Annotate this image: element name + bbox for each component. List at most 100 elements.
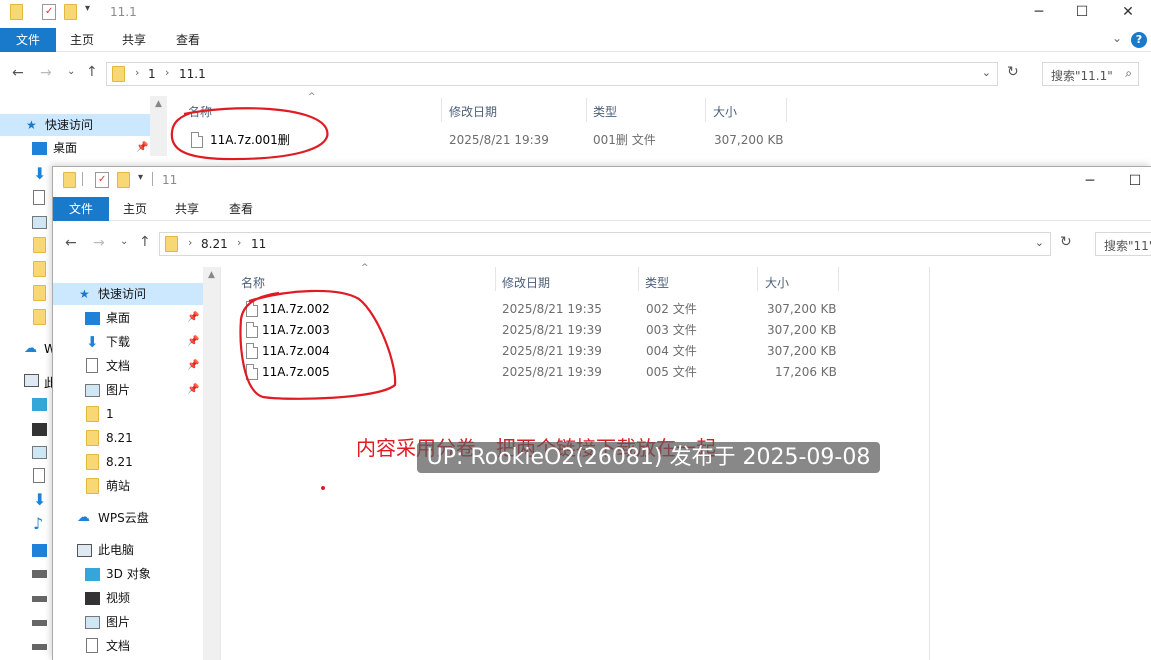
tab-file[interactable]: 文件 <box>0 28 56 52</box>
nav-label: 萌站 <box>106 479 131 493</box>
customize-toolbar-icon[interactable]: ▾ <box>85 3 90 14</box>
nav-desktop[interactable]: 桌面 📌 <box>53 307 203 329</box>
folder-icon <box>33 261 46 277</box>
refresh-icon[interactable]: ↻ <box>1060 234 1072 250</box>
search-input[interactable]: 搜索"11" <box>1095 232 1151 256</box>
scroll-up-icon[interactable]: ▲ <box>203 267 220 284</box>
nav-label: 8.21 <box>106 455 133 469</box>
close-button[interactable]: ✕ <box>1105 0 1151 26</box>
nav-desktop[interactable]: 桌面 📌 <box>0 137 150 159</box>
document-icon <box>86 358 98 373</box>
nav-documents[interactable]: 文档 📌 <box>53 355 203 377</box>
recent-chevron-icon[interactable]: ⌄ <box>67 66 75 77</box>
nav-label: 8.21 <box>106 431 133 445</box>
expand-ribbon-icon[interactable]: ⌄ <box>1112 31 1122 45</box>
maximize-button[interactable]: ☐ <box>1112 169 1151 195</box>
column-type[interactable]: 类型 <box>593 103 617 120</box>
up-arrow-icon[interactable]: ↑ <box>139 234 151 250</box>
drive-icon <box>32 644 47 650</box>
nav-folder-8-21[interactable]: 8.21 <box>53 451 203 473</box>
nav-pictures[interactable]: 图片 📌 <box>53 379 203 401</box>
column-size[interactable]: 大小 <box>765 274 789 291</box>
customize-toolbar-icon[interactable]: ▾ <box>138 172 143 183</box>
nav-quick-access[interactable]: ★ 快速访问 <box>0 114 150 136</box>
nav-this-pc[interactable]: 此电脑 <box>53 539 203 561</box>
breadcrumb-item[interactable]: 11 <box>251 237 266 251</box>
back-arrow-icon[interactable]: ← <box>65 235 77 251</box>
column-date[interactable]: 修改日期 <box>502 274 550 291</box>
column-type[interactable]: 类型 <box>645 274 669 291</box>
document-icon <box>33 468 45 483</box>
tab-share[interactable]: 共享 <box>110 28 158 52</box>
new-folder-icon[interactable] <box>117 172 130 188</box>
column-separator <box>705 98 706 122</box>
address-bar[interactable]: › 8.21 › 11 ⌄ <box>159 232 1051 256</box>
nav-videos[interactable]: 视频 <box>53 587 203 609</box>
address-dropdown-icon[interactable]: ⌄ <box>982 66 991 79</box>
window-title: 11 <box>162 173 178 187</box>
drive-icon <box>32 596 47 602</box>
column-date[interactable]: 修改日期 <box>449 103 497 120</box>
column-size[interactable]: 大小 <box>713 103 737 120</box>
nav-pc-documents[interactable]: 文档 <box>53 635 203 657</box>
computer-icon <box>77 544 92 557</box>
file-size: 307,200 KB <box>767 323 837 337</box>
column-separator <box>838 267 839 291</box>
separator <box>82 172 83 186</box>
nav-folder-1[interactable]: 1 <box>53 403 203 425</box>
nav-3d-objects[interactable]: 3D 对象 <box>53 563 203 585</box>
maximize-button[interactable]: ☐ <box>1059 0 1105 26</box>
download-icon: ⬇ <box>86 333 99 351</box>
folder-icon <box>33 285 46 301</box>
nav-quick-access[interactable]: ★ 快速访问 <box>53 283 203 305</box>
tab-home[interactable]: 主页 <box>58 28 106 52</box>
column-separator <box>441 98 442 122</box>
address-bar[interactable]: › 1 › 11.1 ⌄ <box>106 62 998 86</box>
search-input[interactable]: 搜索"11.1" ⌕ <box>1042 62 1139 86</box>
file-type: 004 文件 <box>646 344 697 358</box>
tab-home[interactable]: 主页 <box>111 197 159 221</box>
minimize-button[interactable]: ─ <box>1016 0 1062 26</box>
tab-view[interactable]: 查看 <box>217 197 265 221</box>
nav-pc-pictures[interactable]: 图片 <box>53 611 203 633</box>
nav-label: 桌面 <box>106 311 131 325</box>
tab-share[interactable]: 共享 <box>163 197 211 221</box>
nav-folder-mengzhan[interactable]: 萌站 <box>53 475 203 497</box>
address-dropdown-icon[interactable]: ⌄ <box>1035 236 1044 249</box>
file-date: 2025/8/21 19:39 <box>502 365 602 379</box>
tab-view[interactable]: 查看 <box>164 28 212 52</box>
properties-icon[interactable]: ✓ <box>95 172 109 188</box>
minimize-button[interactable]: ─ <box>1067 169 1113 195</box>
folder-icon <box>63 172 76 188</box>
folder-icon <box>33 309 46 325</box>
tab-file[interactable]: 文件 <box>53 197 109 221</box>
folder-icon <box>165 236 178 252</box>
up-arrow-icon[interactable]: ↑ <box>86 64 98 80</box>
front-nav-scrollbar[interactable]: ▲ <box>203 267 220 660</box>
file-date: 2025/8/21 19:39 <box>502 344 602 358</box>
window-title: 11.1 <box>110 5 137 19</box>
pin-icon: 📌 <box>187 336 200 347</box>
front-address-row: ← → ⌄ ↑ › 8.21 › 11 ⌄ ↻ 搜索"11" <box>53 223 1151 263</box>
refresh-icon[interactable]: ↻ <box>1007 64 1019 80</box>
nav-downloads[interactable]: ⬇ 下载 📌 <box>53 331 203 353</box>
breadcrumb-item[interactable]: 8.21 <box>201 237 228 251</box>
help-icon[interactable]: ? <box>1131 32 1147 48</box>
nav-wps-cloud[interactable]: ☁ WPS云盘 <box>53 507 203 529</box>
forward-arrow-icon[interactable]: → <box>93 235 105 251</box>
back-arrow-icon[interactable]: ← <box>12 65 24 81</box>
desktop-icon <box>85 312 100 325</box>
file-date: 2025/8/21 19:35 <box>502 302 602 316</box>
front-nav-pane: ★ 快速访问 桌面 📌 ⬇ 下载 📌 文档 📌 图片 📌 1 8.21 8.21… <box>53 265 203 660</box>
back-ribbon: 文件 主页 共享 查看 ⌄ ? <box>0 28 1151 52</box>
properties-icon[interactable]: ✓ <box>42 4 56 20</box>
red-circle-annotation <box>170 107 329 161</box>
new-folder-icon[interactable] <box>64 4 77 20</box>
recent-chevron-icon[interactable]: ⌄ <box>120 236 128 247</box>
nav-folder-8-21[interactable]: 8.21 <box>53 427 203 449</box>
breadcrumb-item[interactable]: 1 <box>148 67 156 81</box>
forward-arrow-icon[interactable]: → <box>40 65 52 81</box>
download-icon: ⬇ <box>33 490 47 509</box>
file-size: 17,206 KB <box>775 365 837 379</box>
breadcrumb-item[interactable]: 11.1 <box>179 67 206 81</box>
